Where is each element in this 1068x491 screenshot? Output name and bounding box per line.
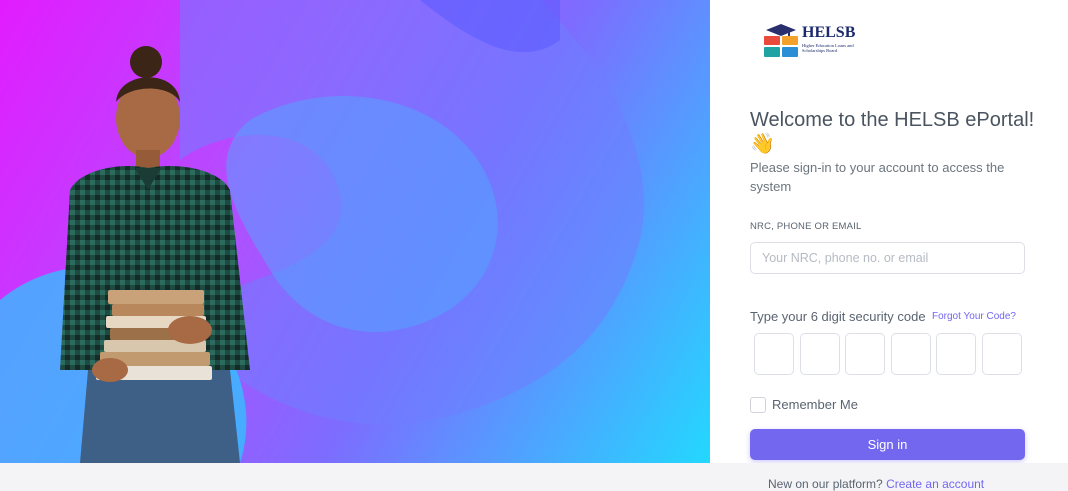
helsb-logo: HELSB Higher Education Loans and Scholar… [762,22,872,62]
forgot-code-link[interactable]: Forgot Your Code? [932,311,1016,322]
code-digit-2[interactable] [799,333,840,375]
new-on-platform-text: New on our platform? [768,477,883,491]
welcome-heading: Welcome to the HELSB ePortal! 👋 [750,109,1035,155]
code-digit-5[interactable] [936,333,977,375]
remember-me-checkbox[interactable] [750,397,766,413]
remember-me-label[interactable]: Remember Me [772,397,858,412]
graduation-books-icon [764,24,798,57]
create-account-prompt: New on our platform? Create an account [768,477,984,491]
code-digit-3[interactable] [845,333,886,375]
logo-subtitle: Higher Education Loans and Scholarships … [802,43,854,53]
code-digit-6[interactable] [982,333,1022,375]
student-photo [60,46,250,463]
login-panel: HELSB Higher Education Loans and Scholar… [710,0,1068,463]
security-code-inputs [754,333,1024,375]
welcome-subtitle: Please sign-in to your account to access… [750,160,1005,194]
code-digit-4[interactable] [890,333,931,375]
code-digit-1[interactable] [754,333,794,375]
hero-banner [0,0,710,463]
id-field-label: NRC, PHONE OR EMAIL [750,221,862,232]
nrc-phone-email-input[interactable] [750,242,1025,274]
sign-in-button[interactable]: Sign in [750,429,1025,460]
logo-title: HELSB [802,24,856,41]
security-code-label: Type your 6 digit security code [750,309,926,324]
create-account-link[interactable]: Create an account [886,477,984,491]
